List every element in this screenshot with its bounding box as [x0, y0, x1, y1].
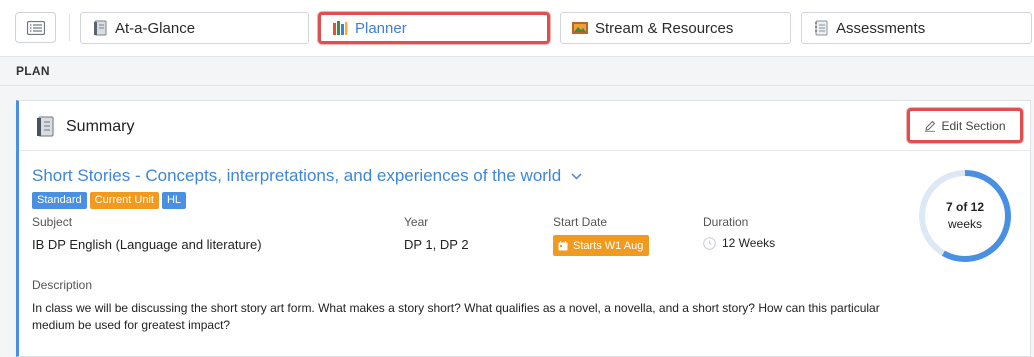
progress-label: 7 of 12 weeks [917, 168, 1013, 264]
edit-section-button[interactable]: Edit Section [907, 108, 1023, 143]
current-unit-badge: Current Unit [89, 192, 159, 209]
year-value: DP 1, DP 2 [404, 237, 469, 252]
tab-assessments[interactable]: Assessments [801, 12, 1032, 44]
year-label: Year [404, 215, 429, 229]
tab-label: Stream & Resources [595, 19, 734, 37]
start-date-badge: Starts W1 Aug [553, 235, 650, 256]
tab-label: At-a-Glance [115, 19, 196, 37]
unit-title-text: Short Stories - Concepts, interpretation… [32, 166, 562, 185]
tab-label: Planner [355, 19, 407, 37]
duration-value: 12 Weeks [722, 236, 776, 250]
progress-count: 7 of 12 [945, 200, 984, 214]
tab-at-a-glance[interactable]: At-a-Glance [80, 12, 309, 44]
summary-card: Summary Edit Section Short Stories - Con… [16, 100, 1031, 357]
menu-list-button[interactable] [15, 12, 56, 43]
description-label: Description [32, 278, 93, 292]
edit-section-label: Edit Section [941, 118, 1006, 133]
book-icon [37, 116, 54, 137]
duration-value-group: 12 Weeks [703, 236, 775, 250]
notebook-icon [815, 20, 828, 36]
subject-value: IB DP English (Language and literature) [32, 237, 262, 252]
book-icon [94, 20, 107, 36]
summary-title: Summary [66, 118, 135, 135]
calendar-icon [558, 240, 568, 250]
summary-header: Summary Edit Section [19, 101, 1030, 151]
duration-label: Duration [703, 215, 749, 229]
hl-badge: HL [161, 192, 187, 209]
top-navigation: At-a-Glance Planner Stream & Resources A… [0, 0, 1034, 57]
tab-label: Assessments [836, 19, 926, 37]
start-date-label: Start Date [553, 215, 608, 229]
tab-planner[interactable]: Planner [318, 12, 550, 44]
progress-unit: weeks [947, 217, 982, 231]
tab-stream-resources[interactable]: Stream & Resources [560, 12, 791, 44]
section-label: PLAN [16, 64, 50, 78]
clock-icon [703, 236, 716, 250]
start-date-value: Starts W1 Aug [573, 239, 644, 252]
nav-divider [69, 14, 70, 41]
standard-badge: Standard [32, 192, 87, 209]
painting-icon [572, 22, 588, 34]
list-icon [26, 20, 45, 35]
pencil-icon [925, 120, 936, 132]
chevron-down-icon[interactable] [571, 172, 582, 180]
subject-label: Subject [32, 215, 73, 229]
unit-title-link[interactable]: Short Stories - Concepts, interpretation… [32, 166, 582, 186]
unit-badges: Standard Current Unit HL [32, 192, 187, 209]
description-text: In class we will be discussing the short… [32, 301, 880, 332]
divider [0, 85, 1034, 86]
books-icon [333, 21, 348, 35]
